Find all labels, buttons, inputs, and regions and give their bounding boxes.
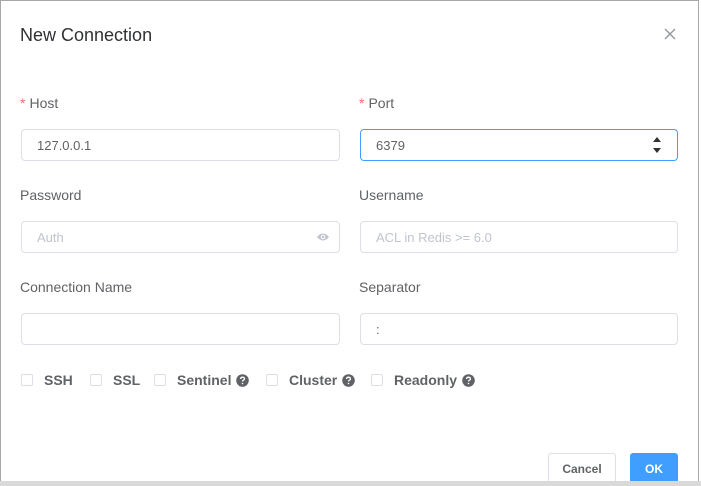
sentinel-checkbox[interactable]: Sentinel — [154, 371, 250, 389]
eye-icon[interactable] — [316, 231, 330, 243]
username-field[interactable] — [360, 221, 678, 253]
port-label-text: Port — [368, 95, 395, 111]
dialog-title: New Connection — [20, 25, 153, 45]
ssl-label: SSL — [113, 372, 141, 388]
cluster-checkbox[interactable]: Cluster — [266, 371, 356, 389]
required-mark: * — [20, 95, 26, 111]
checkbox-box[interactable] — [154, 374, 166, 386]
port-field[interactable] — [360, 129, 678, 161]
question-circle-icon[interactable] — [236, 373, 250, 387]
ssl-checkbox[interactable]: SSL — [90, 371, 140, 389]
caret-up-icon[interactable] — [651, 134, 663, 144]
ssh-label: SSH — [44, 372, 73, 388]
checkbox-box[interactable] — [90, 374, 102, 386]
new-connection-dialog: New Connection *Host *Port Password — [0, 0, 699, 486]
password-input[interactable] — [37, 222, 309, 252]
connection-name-label: Connection Name — [20, 279, 133, 295]
port-stepper[interactable] — [651, 134, 663, 156]
connection-name-field[interactable] — [21, 313, 340, 345]
checkbox-box[interactable] — [371, 374, 383, 386]
question-circle-icon[interactable] — [342, 373, 356, 387]
host-label-text: Host — [29, 95, 59, 111]
separator-label: Separator — [359, 279, 421, 295]
checkbox-box[interactable] — [266, 374, 278, 386]
question-circle-icon[interactable] — [462, 373, 475, 387]
password-label: Password — [20, 187, 82, 203]
readonly-label: Readonly — [394, 372, 458, 388]
ssh-checkbox[interactable]: SSH — [21, 371, 73, 389]
cluster-label: Cluster — [289, 372, 338, 388]
port-input[interactable] — [376, 130, 647, 160]
readonly-checkbox[interactable]: Readonly — [371, 371, 475, 389]
username-label: Username — [359, 187, 424, 203]
host-field[interactable] — [21, 129, 340, 161]
port-label: * Port — [359, 95, 394, 111]
host-label: * Host — [20, 95, 58, 111]
connection-name-input[interactable] — [37, 314, 309, 344]
required-mark: * — [359, 95, 365, 111]
caret-down-icon[interactable] — [651, 146, 663, 156]
username-input[interactable] — [376, 222, 647, 252]
checkbox-box[interactable] — [21, 374, 33, 386]
separator-field[interactable] — [360, 313, 678, 345]
close-icon[interactable] — [662, 26, 678, 42]
separator-input[interactable] — [376, 314, 647, 344]
password-field[interactable] — [21, 221, 340, 253]
sentinel-label: Sentinel — [177, 372, 232, 388]
host-input[interactable] — [37, 130, 309, 160]
window-bottom-edge — [0, 481, 701, 486]
